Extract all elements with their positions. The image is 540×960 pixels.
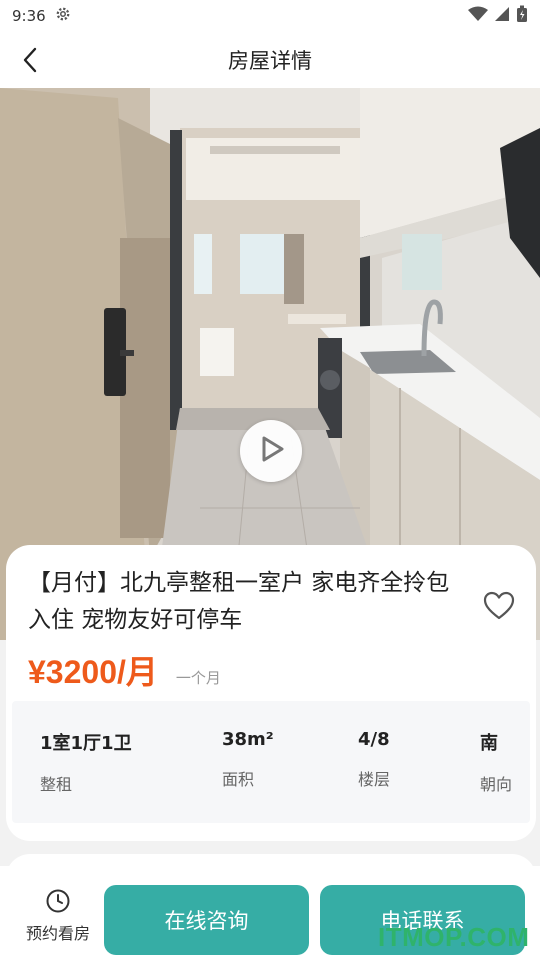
play-video-button[interactable] [240,420,302,482]
price: ¥3200/月 [28,654,158,690]
online-consult-button[interactable]: 在线咨询 [104,885,309,955]
status-bar: 9:36 [0,0,540,32]
battery-icon [516,5,528,27]
spec-label: 楼层 [358,770,391,789]
wifi-icon [468,6,488,26]
back-arrow-icon[interactable] [14,44,46,76]
spec-value: 38m² [222,729,274,750]
status-icons [468,5,528,27]
header: 房屋详情 [0,32,540,88]
spec-value: 4/8 [358,729,390,750]
schedule-label: 预约看房 [25,924,90,943]
spec-area: 38m² 面积 [222,729,274,790]
spec-value: 南 [480,733,498,754]
spec-value: 1室1厅1卫 [40,733,132,754]
watermark-logo: ITMOP.COM [378,922,530,952]
play-icon [256,434,286,468]
page-title: 房屋详情 [228,49,312,73]
clock-icon [45,889,71,918]
gear-icon [54,5,72,27]
payment-term: 一个月 [175,669,221,687]
heart-outline-icon [483,591,515,625]
spec-orientation: 南 朝向 [480,729,512,795]
spec-label: 整租 [40,775,73,794]
spec-layout: 1室1厅1卫 整租 [40,729,132,795]
spec-label: 面积 [222,770,255,789]
spec-label: 朝向 [480,775,513,794]
status-time: 9:36 [12,7,46,25]
spec-panel: 1室1厅1卫 整租 38m² 面积 4/8 楼层 南 朝向 [12,701,530,823]
favorite-button[interactable] [480,589,518,627]
schedule-viewing-button[interactable]: 预约看房 [18,888,98,944]
signal-icon [494,6,510,26]
spec-floor: 4/8 楼层 [358,729,390,790]
listing-card: 【月付】北九亭整租一室户 家电齐全拎包入住 宠物友好可停车 ¥3200/月 一个… [6,545,536,841]
screen: 9:36 房屋详情 【月付】北九亭整租一室户 家电齐全拎包入住 宠物友好可停车 … [0,0,540,960]
price-row: ¥3200/月 一个月 [28,647,221,693]
listing-title: 【月付】北九亭整租一室户 家电齐全拎包入住 宠物友好可停车 [28,570,450,633]
